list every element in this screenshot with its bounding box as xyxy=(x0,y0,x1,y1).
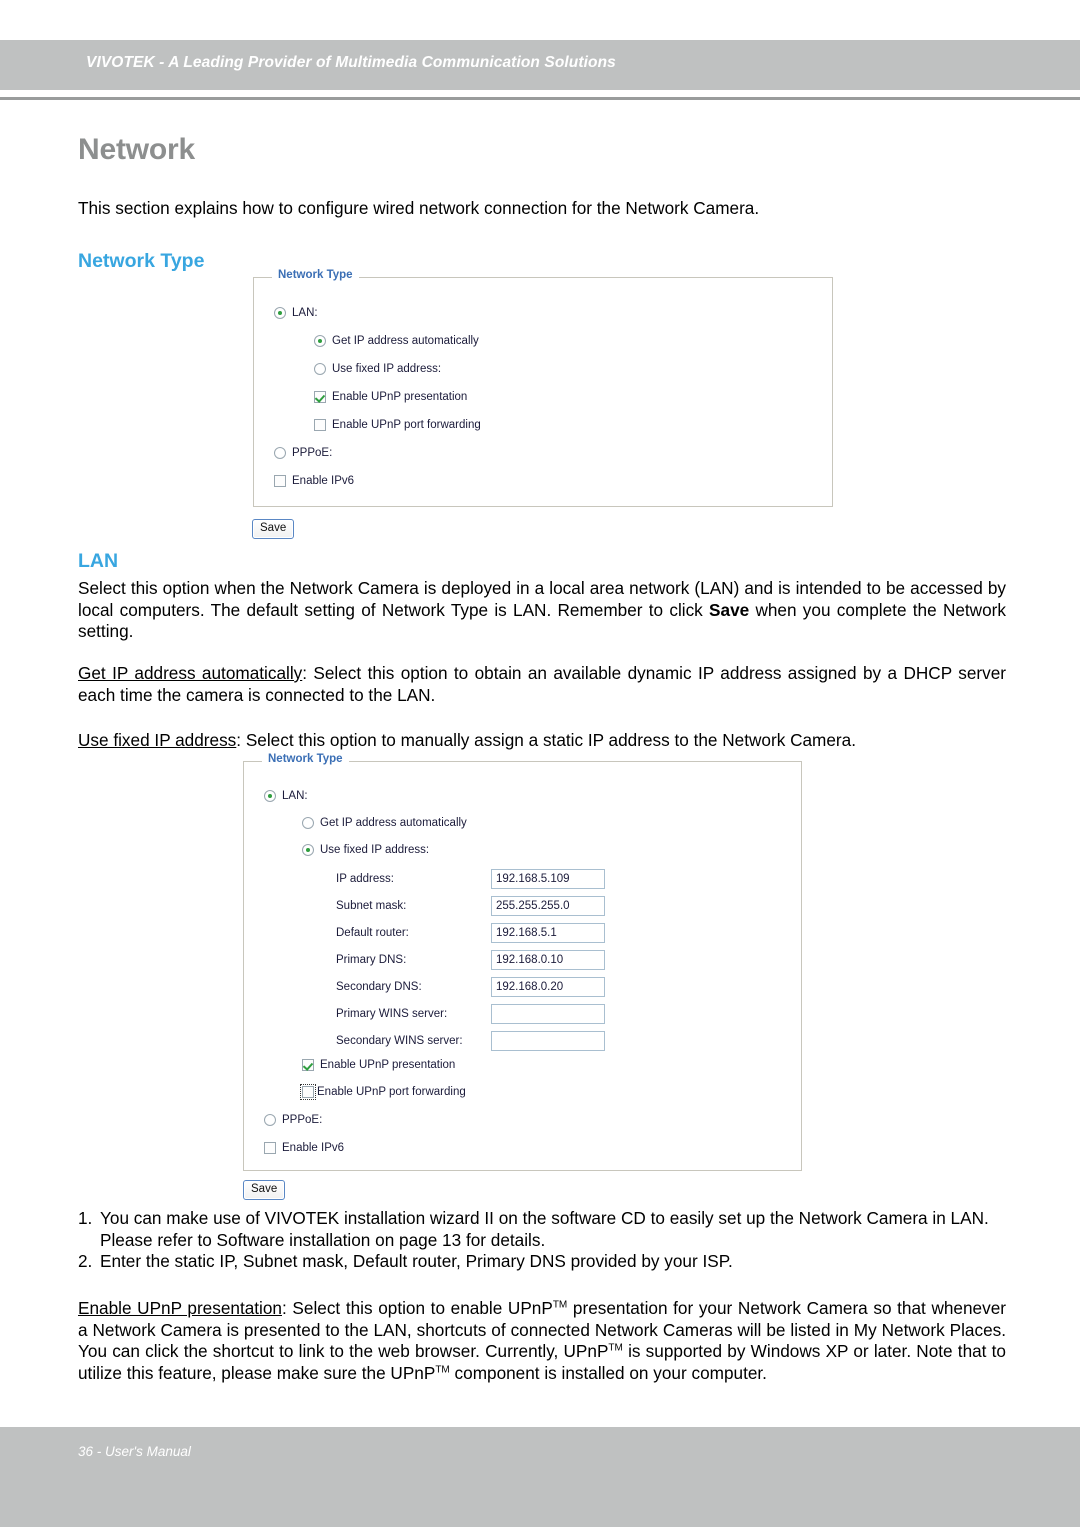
radio-lan-icon[interactable] xyxy=(274,307,286,319)
radio-row-get-ip-automatically[interactable]: Get IP address automatically xyxy=(314,335,479,347)
page-footer-band: 36 - User's Manual xyxy=(0,1427,1080,1527)
list-item: 2. Enter the static IP, Subnet mask, Def… xyxy=(78,1251,1006,1273)
upnp-presentation-paragraph: Enable UPnP presentation: Select this op… xyxy=(78,1298,1006,1384)
checkbox-row-enable-ipv6[interactable]: Enable IPv6 xyxy=(264,1142,344,1154)
checkbox-upnp-presentation-icon[interactable] xyxy=(302,1059,314,1071)
radio-lan-icon[interactable] xyxy=(264,790,276,802)
save-button-bottom[interactable]: Save xyxy=(243,1180,286,1200)
page-title: Network xyxy=(78,133,195,166)
radio-row-pppoe[interactable]: PPPoE: xyxy=(274,447,332,459)
checkbox-upnp-port-forwarding-icon[interactable] xyxy=(314,419,326,431)
radio-row-use-fixed-ip[interactable]: Use fixed IP address: xyxy=(314,363,441,375)
primary-wins-server-input[interactable] xyxy=(491,1004,605,1024)
checkbox-enable-ipv6-icon[interactable] xyxy=(264,1142,276,1154)
radio-row-lan[interactable]: LAN: xyxy=(264,790,308,802)
checkbox-row-upnp-port-forwarding[interactable]: Enable UPnP port forwarding xyxy=(300,1084,466,1100)
checkbox-enable-ipv6-label: Enable IPv6 xyxy=(292,475,355,487)
radio-use-fixed-ip-icon[interactable] xyxy=(302,844,314,856)
radio-use-fixed-ip-label: Use fixed IP address: xyxy=(320,844,430,856)
section-heading-lan: LAN xyxy=(78,550,119,572)
use-fixed-body: : Select this option to manually assign … xyxy=(236,730,856,750)
header-divider-rule xyxy=(0,97,1080,100)
use-fixed-term: Use fixed IP address xyxy=(78,730,237,750)
footer-page-label: 36 - User's Manual xyxy=(78,1444,191,1459)
radio-use-fixed-ip-icon[interactable] xyxy=(314,363,326,375)
default-router-input[interactable]: 192.168.5.1 xyxy=(491,923,605,943)
radio-pppoe-icon[interactable] xyxy=(274,447,286,459)
numbered-instruction-list: 1. You can make use of VIVOTEK installat… xyxy=(78,1208,1006,1273)
upnp-body-1: : Select this option to enable UPnP xyxy=(282,1298,553,1318)
checkbox-enable-ipv6-icon[interactable] xyxy=(274,475,286,487)
trademark-mark: TM xyxy=(608,1342,623,1354)
radio-pppoe-icon[interactable] xyxy=(264,1114,276,1126)
page-header-band: VIVOTEK - A Leading Provider of Multimed… xyxy=(0,40,1080,90)
list-item-number: 1. xyxy=(78,1208,93,1228)
radio-get-ip-automatically-icon[interactable] xyxy=(302,817,314,829)
field-label: IP address: xyxy=(336,873,394,885)
field-label: Primary DNS: xyxy=(336,954,407,966)
use-fixed-ip-paragraph: Use fixed IP address: Select this option… xyxy=(78,730,1006,752)
header-banner-text: VIVOTEK - A Leading Provider of Multimed… xyxy=(86,54,616,71)
checkbox-upnp-presentation-label: Enable UPnP presentation xyxy=(320,1059,456,1071)
network-type-form-default: Network Type LAN: Get IP address automat… xyxy=(253,269,833,507)
field-label: Secondary WINS server: xyxy=(336,1035,463,1047)
checkbox-row-upnp-presentation[interactable]: Enable UPnP presentation xyxy=(314,391,467,403)
radio-use-fixed-ip-label: Use fixed IP address: xyxy=(332,363,442,375)
ip-address-input[interactable]: 192.168.5.109 xyxy=(491,869,605,889)
radio-pppoe-label: PPPoE: xyxy=(282,1114,323,1126)
list-item-text: Enter the static IP, Subnet mask, Defaul… xyxy=(100,1251,733,1271)
radio-row-get-ip-automatically[interactable]: Get IP address automatically xyxy=(302,817,467,829)
save-button-top[interactable]: Save xyxy=(252,519,295,539)
checkbox-enable-ipv6-label: Enable IPv6 xyxy=(282,1142,345,1154)
upnp-term: Enable UPnP presentation xyxy=(78,1298,282,1318)
radio-pppoe-label: PPPoE: xyxy=(292,447,333,459)
radio-row-use-fixed-ip[interactable]: Use fixed IP address: xyxy=(302,844,429,856)
section-heading-network-type: Network Type xyxy=(78,250,205,272)
trademark-mark: TM xyxy=(435,1363,450,1375)
checkbox-upnp-port-forwarding-label: Enable UPnP port forwarding xyxy=(317,1086,466,1098)
primary-dns-input[interactable]: 192.168.0.10 xyxy=(491,950,605,970)
radio-get-ip-automatically-label: Get IP address automatically xyxy=(320,817,467,829)
upnp-body-4: component is installed on your computer. xyxy=(449,1362,767,1383)
field-label: Subnet mask: xyxy=(336,900,407,912)
checkbox-upnp-port-forwarding-icon[interactable] xyxy=(300,1084,316,1100)
checkbox-row-upnp-port-forwarding[interactable]: Enable UPnP port forwarding xyxy=(314,419,481,431)
fieldset-legend: Network Type xyxy=(272,269,359,281)
trademark-mark: TM xyxy=(552,1299,568,1311)
radio-get-ip-automatically-label: Get IP address automatically xyxy=(332,335,479,347)
secondary-dns-input[interactable]: 192.168.0.20 xyxy=(491,977,605,997)
intro-paragraph: This section explains how to configure w… xyxy=(78,198,760,218)
radio-row-pppoe[interactable]: PPPoE: xyxy=(264,1114,322,1126)
network-type-form-fixed-ip: Network Type LAN: Get IP address automat… xyxy=(243,753,802,1171)
checkbox-upnp-presentation-icon[interactable] xyxy=(314,391,326,403)
radio-row-lan[interactable]: LAN: xyxy=(274,307,318,319)
checkbox-upnp-port-forwarding-label: Enable UPnP port forwarding xyxy=(332,419,481,431)
list-item: 1. You can make use of VIVOTEK installat… xyxy=(78,1208,1006,1251)
radio-get-ip-automatically-icon[interactable] xyxy=(314,335,326,347)
field-label: Default router: xyxy=(336,927,409,939)
checkbox-row-enable-ipv6[interactable]: Enable IPv6 xyxy=(274,475,354,487)
lan-description-paragraph: Select this option when the Network Came… xyxy=(78,578,1006,643)
get-ip-paragraph: Get IP address automatically: Select thi… xyxy=(78,663,1006,706)
list-item-text: You can make use of VIVOTEK installation… xyxy=(100,1208,989,1250)
field-label: Secondary DNS: xyxy=(336,981,422,993)
radio-lan-label: LAN: xyxy=(292,307,318,319)
fieldset-legend: Network Type xyxy=(262,753,349,765)
list-item-number: 2. xyxy=(78,1251,93,1271)
secondary-wins-server-input[interactable] xyxy=(491,1031,605,1051)
get-ip-term: Get IP address automatically xyxy=(78,663,303,683)
subnet-mask-input[interactable]: 255.255.255.0 xyxy=(491,896,605,916)
checkbox-upnp-presentation-label: Enable UPnP presentation xyxy=(332,391,468,403)
checkbox-row-upnp-presentation[interactable]: Enable UPnP presentation xyxy=(302,1059,455,1071)
lan-desc-bold-save: Save xyxy=(709,599,750,620)
radio-lan-label: LAN: xyxy=(282,790,308,802)
field-label: Primary WINS server: xyxy=(336,1008,448,1020)
